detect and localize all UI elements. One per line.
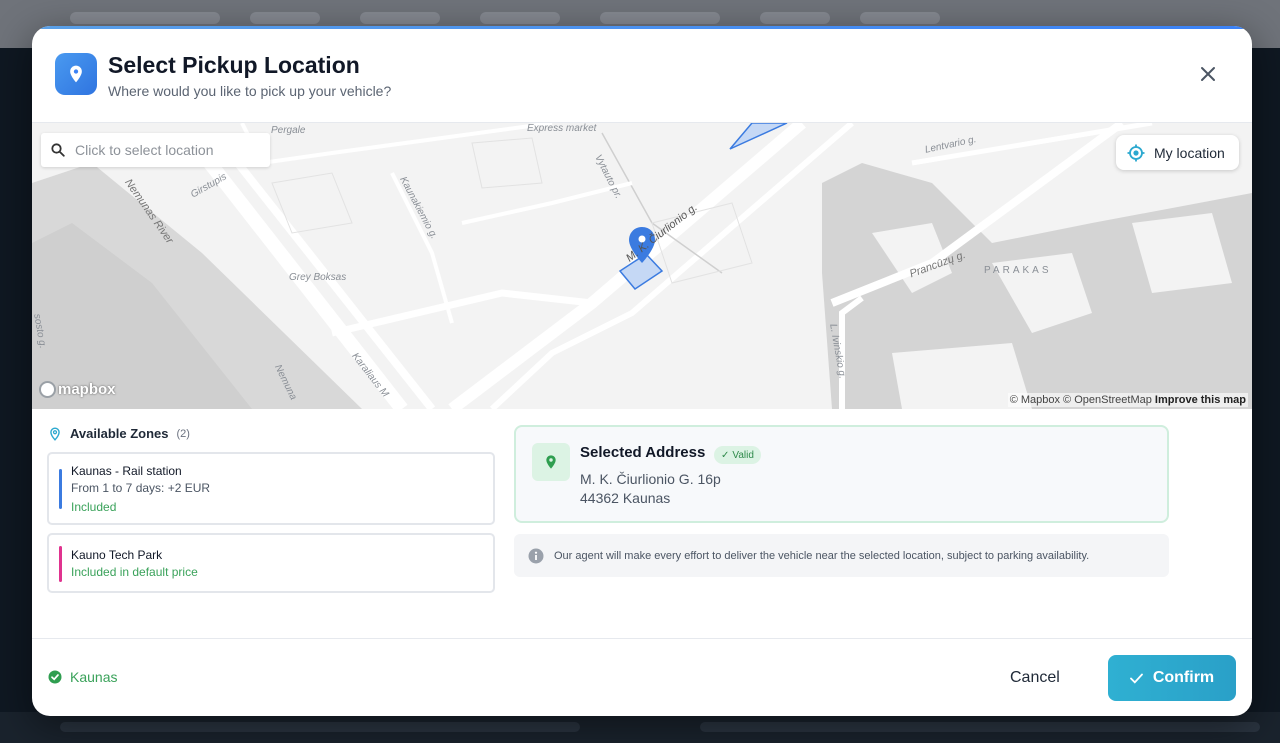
map-view[interactable]: Pergale Express market Vytauto pr. M. K.… xyxy=(32,123,1252,409)
close-icon[interactable] xyxy=(1196,62,1220,86)
mapbox-logo[interactable]: mapbox xyxy=(39,381,116,398)
map-search-input[interactable] xyxy=(75,142,255,158)
delivery-notice-text: Our agent will make every effort to deli… xyxy=(554,549,1090,562)
modal-subtitle: Where would you like to pick up your veh… xyxy=(108,83,392,99)
check-circle-icon xyxy=(48,670,62,684)
confirm-label: Confirm xyxy=(1152,669,1215,686)
zone-status: Included xyxy=(71,500,117,514)
my-location-label: My location xyxy=(1154,144,1225,161)
map-pin-icon xyxy=(532,443,570,481)
map-label-express-market: Express market xyxy=(527,123,597,134)
zone-card-rail-station[interactable]: Kaunas - Rail station From 1 to 7 days: … xyxy=(47,452,495,525)
map-search-box[interactable] xyxy=(41,133,270,167)
search-icon xyxy=(51,143,65,157)
map-attribution: © Mapbox © OpenStreetMap Improve this ma… xyxy=(1007,393,1248,407)
zones-title: Available Zones xyxy=(70,426,169,441)
map-label-grey-boksas: Grey Boksas xyxy=(289,272,347,283)
my-location-button[interactable]: My location xyxy=(1116,135,1239,170)
background-footer xyxy=(0,712,1280,743)
zone-card-tech-park[interactable]: Kauno Tech Park Included in default pric… xyxy=(47,533,495,593)
info-icon xyxy=(528,548,544,563)
attribution-text[interactable]: © Mapbox © OpenStreetMap xyxy=(1010,394,1152,406)
zone-detail: From 1 to 7 days: +2 EUR xyxy=(71,481,211,495)
zone-name: Kaunas - Rail station xyxy=(71,464,182,478)
modal-footer: Kaunas Cancel Confirm xyxy=(32,638,1252,716)
mapbox-logo-text: mapbox xyxy=(58,381,116,398)
pickup-location-modal: Select Pickup Location Where would you l… xyxy=(32,26,1252,716)
crosshair-icon xyxy=(1127,144,1145,161)
zones-header: Available Zones (2) xyxy=(48,426,190,441)
map-label-parakas: PARAKAS xyxy=(984,265,1052,276)
valid-badge: ✓ Valid xyxy=(714,446,761,464)
zone-name: Kauno Tech Park xyxy=(71,548,163,562)
improve-map-link[interactable]: Improve this map xyxy=(1155,394,1246,406)
selected-city: Kaunas xyxy=(48,669,117,685)
confirm-button[interactable]: Confirm xyxy=(1108,655,1236,701)
valid-badge-label: Valid xyxy=(732,449,754,461)
zone-status: Included in default price xyxy=(71,565,198,579)
selected-address-card: Selected Address ✓ Valid M. K. Čiurlioni… xyxy=(514,425,1169,523)
selected-city-label: Kaunas xyxy=(70,669,118,685)
map-label-pergale: Pergale xyxy=(271,125,306,136)
modal-title: Select Pickup Location xyxy=(108,52,360,78)
zone-color-bar xyxy=(59,469,62,509)
check-icon xyxy=(1129,673,1143,684)
selected-address-title: Selected Address xyxy=(580,444,706,461)
check-icon: ✓ xyxy=(721,449,730,461)
modal-header: Select Pickup Location Where would you l… xyxy=(32,29,1252,123)
address-postal-city: 44362 Kaunas xyxy=(580,490,671,506)
address-street: M. K. Čiurlionio G. 16p xyxy=(580,471,721,487)
zone-color-bar xyxy=(59,546,62,582)
cancel-button[interactable]: Cancel xyxy=(1010,665,1060,691)
location-outline-icon xyxy=(50,426,60,441)
location-pin-icon xyxy=(55,53,97,95)
delivery-notice: Our agent will make every effort to deli… xyxy=(514,534,1169,577)
zones-count: (2) xyxy=(176,427,190,440)
